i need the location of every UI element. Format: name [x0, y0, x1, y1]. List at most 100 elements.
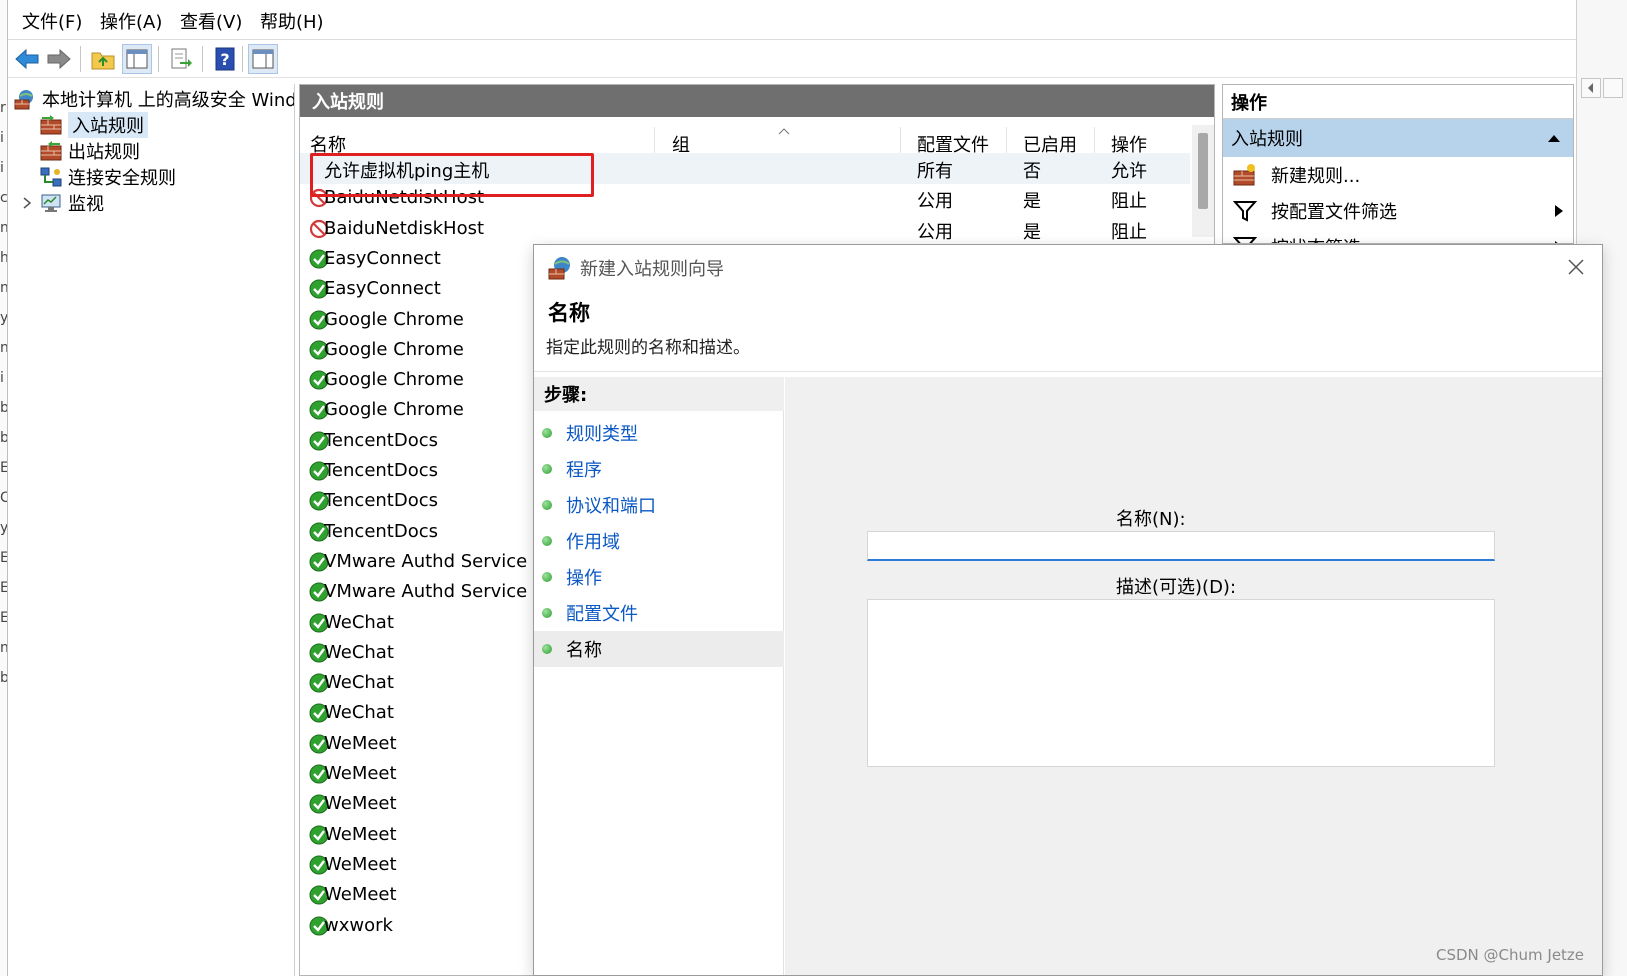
svg-text:?: ? [220, 50, 229, 69]
navigation-tree: 本地计算机 上的高级安全 Windows 入站规则 出站规则 连接安全规则 监视 [8, 84, 295, 976]
clipped-text: E [0, 460, 8, 476]
step-dot-icon [542, 572, 552, 582]
firewall-globe-icon [548, 257, 570, 280]
clipped-text: i [0, 160, 4, 176]
collapse-up-icon[interactable] [1547, 133, 1561, 143]
rule-profile: 所有 [917, 161, 953, 182]
rule-enabled: 否 [1023, 161, 1041, 182]
rule-name: VMware Authd Service ( [324, 581, 540, 603]
clipped-text: E [0, 610, 8, 626]
clipped-text: i [0, 130, 4, 146]
action-new-rule[interactable]: 新建规则... [1223, 157, 1573, 193]
rule-name: TencentDocs [324, 460, 439, 481]
tree-item-monitoring[interactable]: 监视 [20, 190, 104, 216]
clipped-text: n [0, 220, 8, 236]
rule-name: TencentDocs [324, 490, 439, 512]
outbound-rules-icon [40, 141, 62, 161]
step-profile[interactable]: 配置文件 [534, 595, 784, 631]
clipped-text: n [0, 340, 8, 356]
rule-name: Google Chrome [324, 338, 464, 360]
menu-file[interactable]: 文件(F) [22, 8, 82, 34]
rule-name: WeChat [324, 611, 394, 633]
step-rule-type[interactable]: 规则类型 [534, 415, 784, 451]
rules-scrollbar[interactable] [1192, 125, 1214, 237]
rule-name: WeMeet [324, 853, 397, 875]
clipped-text: n [0, 280, 8, 296]
back-arrow-icon[interactable] [12, 44, 42, 74]
rule-name: wxwork [324, 914, 393, 936]
scroll-right-button[interactable] [1603, 78, 1623, 98]
steps-panel: 步骤: 规则类型 程序 协议和端口 作用域 操作 配置文件 名称 [534, 377, 784, 975]
rule-action: 阻止 [1111, 221, 1147, 243]
sort-ascending-icon [778, 128, 790, 135]
name-input[interactable] [867, 531, 1495, 561]
forward-arrow-icon[interactable] [44, 44, 74, 74]
chevron-right-icon[interactable] [20, 196, 34, 210]
toolbar: ? [8, 40, 1576, 78]
step-protocol-and-ports[interactable]: 协议和端口 [534, 487, 784, 523]
rules-panel-title: 入站规则 [300, 85, 1214, 117]
show-hide-action-pane-icon[interactable] [248, 44, 278, 74]
clipped-text: C [0, 490, 7, 506]
rule-enabled: 是 [1023, 221, 1041, 243]
actions-panel: 操作 入站规则 新建规则... 按配置文件筛选 按状态筛选 [1222, 84, 1574, 244]
rule-name: VMware Authd Service [324, 550, 528, 572]
rule-action: 允许 [1111, 161, 1147, 182]
close-icon[interactable] [1566, 257, 1586, 277]
rule-name: WeChat [324, 702, 394, 724]
chevron-left-icon [1588, 83, 1593, 93]
tree-item-connection-security-rules[interactable]: 连接安全规则 [40, 164, 176, 190]
tree-root[interactable]: 本地计算机 上的高级安全 Windows [14, 86, 294, 112]
dialog-subheading: 指定此规则的名称和描述。 [546, 338, 750, 358]
clipped-text: b [0, 400, 7, 416]
description-field-label: 描述(可选)(D): [1116, 577, 1237, 598]
rule-name: EasyConnect [324, 278, 441, 300]
clipped-text: E [0, 580, 8, 596]
action-filter-by-state[interactable]: 按状态筛选 [1223, 229, 1573, 243]
highlight-annotation [310, 153, 594, 197]
rule-name: WeMeet [324, 763, 397, 784]
action-filter-by-profile[interactable]: 按配置文件筛选 [1223, 193, 1573, 229]
dialog-divider [534, 371, 1602, 372]
firewall-globe-icon [14, 90, 33, 110]
menu-action[interactable]: 操作(A) [100, 8, 162, 34]
menu-help[interactable]: 帮助(H) [260, 8, 324, 34]
scrollbar-thumb[interactable] [1198, 133, 1208, 209]
scroll-left-button[interactable] [1581, 78, 1601, 98]
inbound-rules-icon [40, 115, 62, 135]
help-icon[interactable]: ? [210, 44, 240, 74]
rule-action: 阻止 [1111, 191, 1147, 213]
rule-row[interactable]: BaiduNetdiskHost 公用 是 阻止 [300, 214, 1190, 245]
clipped-text: y [0, 520, 8, 536]
steps-label: 步骤: [534, 377, 784, 411]
new-inbound-rule-wizard: 新建入站规则向导 名称 指定此规则的名称和描述。 步骤: 规则类型 程序 协议和… [533, 244, 1603, 976]
tree-item-outbound-rules[interactable]: 出站规则 [40, 138, 140, 164]
rule-name: Google Chrome [324, 308, 464, 330]
rule-name: WeMeet [324, 884, 397, 906]
clipped-text: r [0, 100, 6, 116]
step-action[interactable]: 操作 [534, 559, 784, 595]
filter-icon [1233, 237, 1257, 243]
actions-section-inbound-rules[interactable]: 入站规则 [1223, 119, 1573, 157]
clipped-text: n [0, 640, 8, 656]
step-program[interactable]: 程序 [534, 451, 784, 487]
folder-up-icon[interactable] [88, 44, 118, 74]
step-scope[interactable]: 作用域 [534, 523, 784, 559]
filter-icon [1233, 201, 1257, 222]
tree-item-inbound-rules[interactable]: 入站规则 [40, 112, 148, 138]
show-hide-tree-icon[interactable] [122, 44, 152, 74]
rule-name: EasyConnect [324, 247, 441, 269]
export-list-icon[interactable] [166, 44, 196, 74]
rule-name: WeChat [324, 641, 394, 663]
dialog-titlebar: 新建入站规则向导 [534, 245, 1602, 291]
description-input[interactable] [867, 599, 1495, 767]
clipped-text: b [0, 670, 7, 686]
step-name[interactable]: 名称 [534, 631, 784, 667]
clipped-text: i [0, 370, 4, 386]
submenu-arrow-icon [1555, 205, 1563, 217]
monitor-icon [41, 194, 61, 212]
menu-view[interactable]: 查看(V) [180, 8, 242, 34]
clipped-text: y [0, 310, 8, 326]
step-dot-icon [542, 644, 552, 654]
new-rule-icon [1233, 164, 1255, 186]
